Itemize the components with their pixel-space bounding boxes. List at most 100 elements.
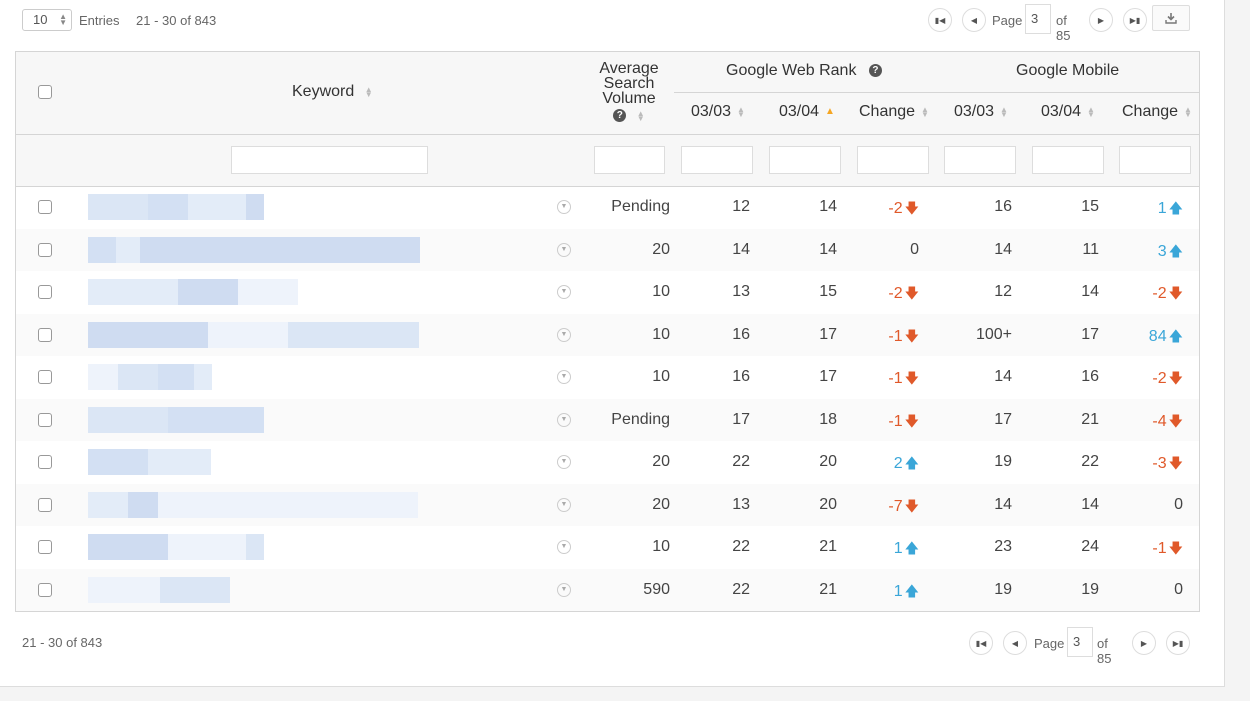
column-avg-search-volume[interactable]: Average Search Volume ? ▲ ▼ (589, 61, 669, 123)
help-icon[interactable]: ? (868, 64, 882, 78)
cell-web-change: -2 🡇 (888, 198, 919, 222)
chevron-down-icon[interactable]: ▼ (557, 412, 571, 427)
cell-volume-value: Pending (611, 198, 670, 215)
column-mobile-change[interactable]: Change ▲ ▼ (1122, 103, 1192, 121)
page-input[interactable]: 3 (1025, 4, 1051, 34)
next-page-button[interactable]: ▶ (1089, 8, 1113, 32)
row-checkbox[interactable] (38, 455, 52, 469)
chevron-down-icon[interactable]: ▼ (557, 285, 571, 299)
row-checkbox[interactable] (38, 497, 52, 512)
cell-web-0304-value: 17 (819, 325, 837, 343)
cell-mobile-0303-value: 14 (994, 240, 1012, 258)
row-checkbox[interactable] (38, 582, 52, 597)
arrow-down-icon: 🡇 (1168, 413, 1183, 430)
filter-keyword-input[interactable] (231, 146, 428, 174)
cell-volume-value: 20 (652, 495, 670, 513)
filter-mobile-0303-input[interactable] (944, 146, 1016, 174)
column-mobile-0303[interactable]: 03/03 ▲ ▼ (954, 103, 1008, 121)
row-checkbox[interactable] (38, 327, 52, 342)
cell-volume: 10 (652, 283, 670, 301)
sort-icon: ▲ ▼ (1000, 104, 1008, 119)
chevron-down-icon[interactable]: ▼ (557, 200, 571, 214)
chevron-down-icon[interactable]: ▼ (557, 370, 571, 384)
table-row: ▼ 10 13 15 -2 🡇 12 14 -2 🡇 (16, 271, 1199, 313)
column-mobile-change-label: Change (1122, 103, 1179, 120)
column-web-change[interactable]: Change ▲ ▼ (859, 103, 929, 121)
next-page-button[interactable]: ▶ (1132, 631, 1156, 655)
column-web-0304[interactable]: 03/04 ▲ (779, 103, 835, 121)
cell-volume-value: 10 (652, 325, 670, 343)
chevron-down-icon[interactable]: ▼ (557, 455, 571, 469)
cell-mobile-change-value: 84 (1148, 327, 1167, 345)
row-checkbox[interactable] (38, 285, 52, 299)
cell-mobile-0303: 14 (994, 368, 1012, 386)
row-checkbox[interactable] (38, 370, 52, 384)
first-page-button[interactable]: ▮◀ (928, 8, 952, 32)
last-page-button[interactable]: ▶▮ (1123, 8, 1147, 32)
prev-page-button[interactable]: ◀ (1003, 631, 1027, 655)
cell-volume: 20 (652, 453, 670, 471)
cell-web-change: 1 🡅 (894, 581, 919, 605)
cell-mobile-0303: 100+ (976, 326, 1012, 344)
row-checkbox[interactable] (38, 412, 52, 427)
cell-volume: 10 (652, 368, 670, 386)
filter-web-change-input[interactable] (857, 146, 929, 174)
entries-per-page-select[interactable]: 10 ▲ ▼ (22, 9, 72, 31)
download-icon (1165, 13, 1177, 24)
first-page-button[interactable]: ▮◀ (969, 631, 993, 655)
table-row: ▼ Pending 17 18 -1 🡇 17 21 -4 🡇 (16, 398, 1199, 441)
row-checkbox[interactable] (38, 242, 52, 257)
cell-mobile-0303: 14 (994, 496, 1012, 514)
cell-mobile-0304-value: 15 (1081, 198, 1099, 215)
chevron-down-icon[interactable]: ▼ (557, 497, 571, 512)
download-button[interactable] (1152, 5, 1190, 31)
column-keyword[interactable]: Keyword ▲ ▼ (292, 83, 373, 101)
cell-volume-value: 20 (652, 453, 670, 470)
cell-web-0304-value: 14 (819, 198, 837, 215)
cell-mobile-0303: 19 (994, 581, 1012, 599)
row-checkbox[interactable] (38, 540, 52, 554)
cell-mobile-0303: 14 (994, 241, 1012, 259)
column-mobile-0304[interactable]: 03/04 ▲ ▼ (1041, 103, 1095, 121)
cell-mobile-change-value: -4 (1152, 412, 1167, 430)
filter-volume-input[interactable] (594, 146, 665, 174)
cell-web-change-value: 2 (893, 455, 903, 472)
chevron-down-icon[interactable]: ▼ (557, 327, 571, 342)
filter-mobile-0304-input[interactable] (1032, 146, 1104, 174)
table-header: Keyword ▲ ▼ Average Search Volume ? ▲ ▼ Go… (16, 52, 1199, 187)
range-indicator-bottom: 21 - 30 of 843 (22, 635, 103, 650)
select-all-checkbox[interactable] (38, 85, 52, 99)
cell-web-0304-value: 20 (819, 453, 837, 470)
cell-mobile-change: 84 🡅 (1149, 326, 1183, 350)
help-icon[interactable]: ? (613, 109, 627, 123)
header-divider (16, 134, 1199, 135)
last-page-button[interactable]: ▶▮ (1166, 631, 1190, 655)
cell-mobile-change: 1 🡅 (1158, 198, 1183, 222)
cell-mobile-change: 0 (1174, 496, 1183, 514)
filter-web-0303-input[interactable] (681, 146, 753, 174)
filter-mobile-change-input[interactable] (1119, 146, 1191, 174)
cell-web-change: 0 (910, 241, 919, 259)
table-row: ▼ 20 22 20 2 🡅 19 22 -3 🡇 (16, 441, 1199, 483)
cell-mobile-change-value: 1 (1157, 200, 1167, 217)
filter-web-0304-input[interactable] (769, 146, 841, 174)
chevron-down-icon[interactable]: ▼ (557, 582, 571, 597)
cell-volume: 10 (652, 538, 670, 556)
arrow-up-icon: 🡅 (904, 541, 919, 557)
cell-mobile-0303-value: 17 (994, 410, 1012, 428)
entries-label: Entries (79, 13, 120, 28)
row-checkbox[interactable] (38, 200, 52, 214)
cell-mobile-0303-value: 19 (994, 580, 1012, 598)
page-input[interactable]: 3 (1067, 627, 1093, 657)
prev-page-button[interactable]: ◀ (962, 8, 986, 32)
sort-ascending-icon: ▲ (825, 106, 835, 118)
chevron-down-icon[interactable]: ▼ (557, 540, 571, 554)
column-avg-search-volume-label: Average Search Volume (599, 60, 659, 107)
cell-volume: Pending (611, 198, 670, 216)
column-keyword-label: Keyword (292, 83, 355, 100)
cell-web-0303: 12 (732, 198, 750, 216)
cell-web-0303-value: 16 (732, 325, 750, 343)
column-web-0303[interactable]: 03/03 ▲ ▼ (691, 103, 745, 121)
chevron-down-icon[interactable]: ▼ (557, 242, 571, 257)
column-mobile-0304-label: 03/04 (1041, 103, 1082, 120)
